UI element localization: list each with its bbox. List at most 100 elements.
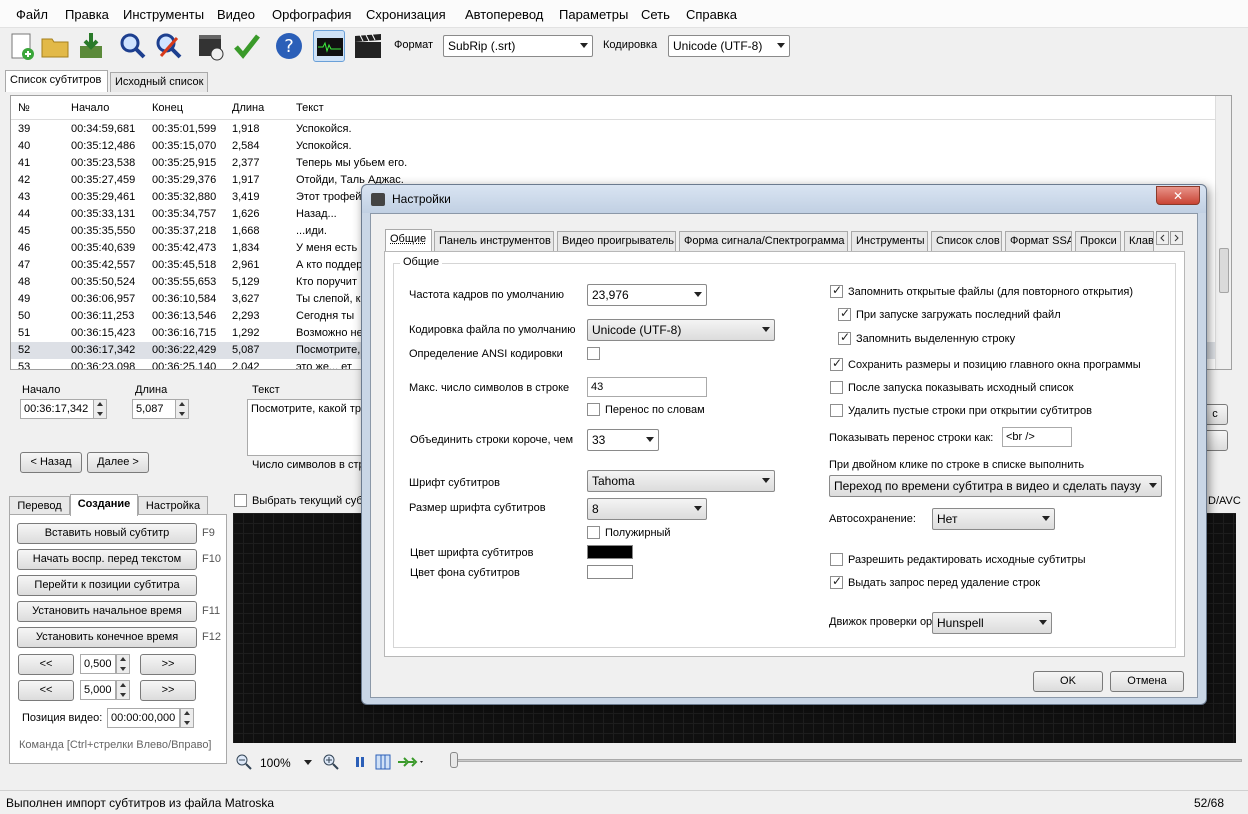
columns-icon[interactable] bbox=[374, 753, 392, 771]
edit-original-checkbox[interactable] bbox=[830, 553, 843, 566]
font-color-swatch[interactable] bbox=[587, 545, 633, 559]
tab-subtitle-list[interactable]: Список субтитров bbox=[5, 70, 108, 92]
max-chars-input[interactable]: 43 bbox=[587, 377, 707, 397]
dialog-tab-general[interactable]: Общие bbox=[385, 229, 432, 251]
large-step-spinner[interactable] bbox=[116, 680, 130, 700]
tab-scroll-left-icon[interactable] bbox=[1156, 231, 1169, 245]
tab-original-list[interactable]: Исходный список bbox=[110, 72, 208, 92]
autosave-select[interactable]: Нет bbox=[932, 508, 1055, 530]
word-wrap-checkbox[interactable] bbox=[587, 403, 600, 416]
table-row[interactable]: 40 00:35:12,486 00:35:15,070 2,584 Успокойся… bbox=[11, 138, 1217, 155]
dialog-tab-ssa-format[interactable]: Формат SSA bbox=[1005, 231, 1072, 251]
dialog-tab-toolbar[interactable]: Панель инструментов bbox=[434, 231, 554, 251]
set-start-time-button[interactable]: Установить начальное время bbox=[17, 601, 197, 622]
spellcheck-engine-select[interactable]: Hunspell bbox=[932, 612, 1052, 634]
zoom-select[interactable]: 100% bbox=[255, 752, 317, 772]
select-current-checkbox[interactable] bbox=[234, 494, 247, 507]
tab-create[interactable]: Создание bbox=[70, 494, 138, 516]
dialog-tab-keyboard[interactable]: Клав bbox=[1124, 231, 1154, 251]
tab-scroll-right-icon[interactable] bbox=[1170, 231, 1183, 245]
confirm-delete-checkbox[interactable] bbox=[830, 574, 843, 589]
show-original-checkbox[interactable] bbox=[830, 381, 843, 394]
seek-forward-large-button[interactable]: >> bbox=[140, 680, 196, 701]
menu-file[interactable]: Файл bbox=[16, 7, 48, 22]
font-size-select[interactable]: 8 bbox=[587, 498, 707, 520]
duration-input[interactable]: 5,087 bbox=[132, 399, 176, 419]
menu-video[interactable]: Видео bbox=[217, 7, 255, 22]
dialog-tab-waveform[interactable]: Форма сигнала/Спектрограмма bbox=[679, 231, 848, 251]
bg-color-swatch[interactable] bbox=[587, 565, 633, 579]
subtitle-text-area[interactable]: Посмотрите, какой тр bbox=[247, 399, 367, 456]
ansi-detect-checkbox[interactable] bbox=[587, 347, 600, 360]
remove-empty-lines-checkbox[interactable] bbox=[830, 404, 843, 417]
goto-subtitle-button[interactable]: Перейти к позиции субтитра bbox=[17, 575, 197, 596]
line-break-input[interactable]: <br /> bbox=[1002, 427, 1072, 447]
start-time-spinner[interactable] bbox=[93, 399, 107, 419]
remember-selection-checkbox[interactable] bbox=[838, 330, 851, 345]
menu-tools[interactable]: Инструменты bbox=[123, 7, 204, 22]
visual-sync-icon[interactable] bbox=[195, 30, 227, 62]
pause-icon[interactable] bbox=[351, 754, 369, 770]
col-start[interactable]: Начало bbox=[71, 102, 109, 114]
menu-autotranslate[interactable]: Автоперевод bbox=[465, 7, 543, 22]
help-icon[interactable]: ? bbox=[273, 30, 305, 62]
dialog-tab-video-player[interactable]: Видео проигрыватель bbox=[557, 231, 676, 251]
seek-forward-small-button[interactable]: >> bbox=[140, 654, 196, 675]
dialog-tab-word-list[interactable]: Список слов bbox=[931, 231, 1002, 251]
duration-spinner[interactable] bbox=[175, 399, 189, 419]
spellcheck-icon[interactable] bbox=[231, 30, 263, 62]
dialog-tab-tools[interactable]: Инструменты bbox=[851, 231, 928, 251]
col-end[interactable]: Конец bbox=[152, 102, 183, 114]
cancel-button[interactable]: Отмена bbox=[1110, 671, 1184, 692]
col-text[interactable]: Текст bbox=[296, 102, 324, 114]
list-scrollbar[interactable] bbox=[1215, 96, 1231, 369]
start-time-input[interactable]: 00:36:17,342 bbox=[20, 399, 94, 419]
seek-back-small-button[interactable]: << bbox=[18, 654, 74, 675]
bold-checkbox[interactable] bbox=[587, 526, 600, 539]
col-duration[interactable]: Длина bbox=[232, 102, 264, 114]
video-position-spinner[interactable] bbox=[180, 708, 194, 728]
font-select[interactable]: Tahoma bbox=[587, 470, 775, 492]
position-track[interactable] bbox=[452, 759, 1242, 762]
menu-help[interactable]: Справка bbox=[686, 7, 737, 22]
next-button[interactable]: Далее > bbox=[87, 452, 149, 473]
small-step-spinner[interactable] bbox=[116, 654, 130, 674]
encoding-select[interactable]: Unicode (UTF-8) bbox=[668, 35, 790, 57]
load-last-checkbox[interactable] bbox=[838, 306, 851, 321]
small-step-input[interactable]: 0,500 bbox=[80, 654, 116, 674]
table-row[interactable]: 41 00:35:23,538 00:35:25,915 2,377 Теперь мы… bbox=[11, 155, 1217, 172]
table-row[interactable]: 39 00:34:59,681 00:35:01,599 1,918 Успокойся… bbox=[11, 121, 1217, 138]
video-icon[interactable] bbox=[352, 30, 384, 62]
position-slider-thumb[interactable] bbox=[450, 752, 458, 768]
open-folder-icon[interactable] bbox=[39, 30, 71, 62]
default-encoding-select[interactable]: Unicode (UTF-8) bbox=[587, 319, 775, 341]
close-icon[interactable]: ✕ bbox=[1156, 186, 1200, 205]
merge-lines-select[interactable]: 33 bbox=[587, 429, 659, 451]
tab-translate[interactable]: Перевод bbox=[9, 496, 70, 515]
prev-button[interactable]: < Назад bbox=[20, 452, 82, 473]
large-step-input[interactable]: 5,000 bbox=[80, 680, 116, 700]
tab-adjust[interactable]: Настройка bbox=[138, 496, 208, 515]
replace-icon[interactable] bbox=[153, 30, 185, 62]
menu-spelling[interactable]: Орфография bbox=[272, 7, 351, 22]
dialog-tab-proxy[interactable]: Прокси bbox=[1075, 231, 1121, 251]
double-click-action-select[interactable]: Переход по времени субтитра в видео и сд… bbox=[829, 475, 1162, 497]
seek-back-large-button[interactable]: << bbox=[18, 680, 74, 701]
video-position-input[interactable]: 00:00:00,000 bbox=[107, 708, 180, 728]
col-number[interactable]: № bbox=[18, 102, 30, 114]
fps-select[interactable]: 23,976 bbox=[587, 284, 707, 306]
new-file-icon[interactable] bbox=[6, 30, 38, 62]
menu-sync[interactable]: Схронизация bbox=[366, 7, 446, 22]
save-icon[interactable] bbox=[75, 30, 107, 62]
save-window-size-checkbox[interactable] bbox=[830, 356, 843, 371]
menu-edit[interactable]: Правка bbox=[65, 7, 109, 22]
play-next-icon[interactable] bbox=[396, 753, 426, 771]
waveform-icon[interactable] bbox=[313, 30, 345, 62]
format-select[interactable]: SubRip (.srt) bbox=[443, 35, 593, 57]
scrollbar-thumb[interactable] bbox=[1219, 248, 1229, 293]
play-before-text-button[interactable]: Начать воспр. перед текстом bbox=[17, 549, 197, 570]
menu-network[interactable]: Сеть bbox=[641, 7, 670, 22]
remember-files-checkbox[interactable] bbox=[830, 283, 843, 298]
search-icon[interactable] bbox=[117, 30, 149, 62]
zoom-in-icon[interactable] bbox=[322, 753, 340, 771]
